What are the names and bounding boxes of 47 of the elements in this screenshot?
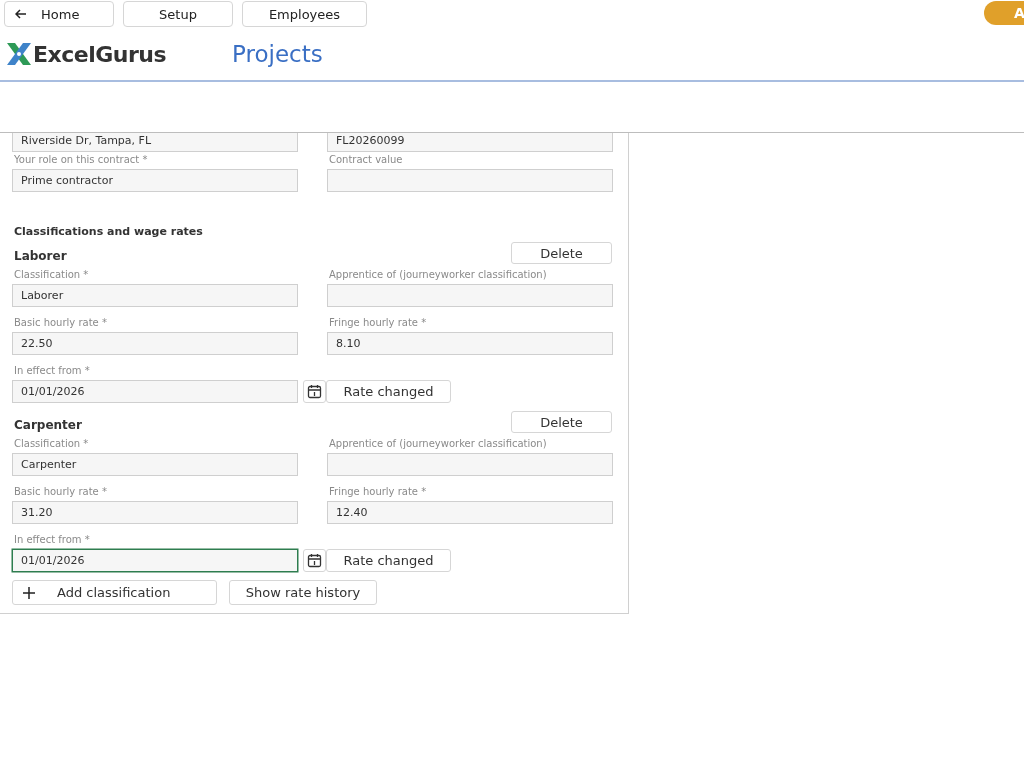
field-label: Classification * (13, 437, 90, 451)
field-label: Classification * (13, 268, 90, 282)
delete-button[interactable]: Delete (511, 242, 612, 264)
calendar-icon (307, 384, 322, 399)
field-label: Apprentice of (journeyworker classification) (328, 437, 548, 451)
back-arrow-icon (15, 9, 27, 19)
input-field[interactable]: 31.20 (12, 501, 298, 524)
page-title: Projects (232, 41, 323, 67)
delete-button[interactable]: Delete (511, 411, 612, 433)
field-label: In effect from * (13, 364, 91, 378)
field-label: In effect from * (13, 533, 91, 547)
input-field[interactable]: 12.40 (327, 501, 613, 524)
field-label: Fringe hourly rate * (328, 485, 428, 499)
nav-button[interactable]: Employees (242, 1, 367, 27)
field-label: Apprentice of (journeyworker classification) (328, 268, 548, 282)
date-field[interactable]: 01/01/2026 (12, 549, 298, 572)
input-field[interactable]: FL20260099 (327, 133, 613, 152)
input-field[interactable]: 8.10 (327, 332, 613, 355)
field-label: Basic hourly rate * (13, 316, 108, 330)
nav-button[interactable]: Setup (123, 1, 233, 27)
input-field[interactable]: Carpenter (12, 453, 298, 476)
calendar-button[interactable] (303, 380, 326, 403)
date-field[interactable]: 01/01/2026 (12, 380, 298, 403)
field-label: Your role on this contract * (13, 153, 149, 167)
input-field[interactable]: Riverside Dr, Tampa, FL (12, 133, 298, 152)
action-button[interactable]: Add classification (12, 580, 217, 605)
rate-changed-button[interactable]: Rate changed (326, 380, 451, 403)
input-field[interactable] (327, 284, 613, 307)
plus-icon (23, 586, 35, 599)
field-label: Fringe hourly rate * (328, 316, 428, 330)
input-field[interactable]: 22.50 (12, 332, 298, 355)
field-label: Contract value (328, 153, 404, 167)
rate-changed-button[interactable]: Rate changed (326, 549, 451, 572)
field-label: Basic hourly rate * (13, 485, 108, 499)
input-field[interactable]: Prime contractor (12, 169, 298, 192)
section-title: Classifications and wage rates (14, 225, 204, 238)
logo-icon (5, 41, 33, 67)
action-button[interactable]: Show rate history (229, 580, 377, 605)
input-field[interactable]: Laborer (12, 284, 298, 307)
classification-name: Laborer (13, 249, 67, 263)
classification-name: Carpenter (13, 418, 82, 432)
brand-logo: ExcelGurus (33, 41, 167, 67)
input-field[interactable] (327, 453, 613, 476)
calendar-icon (307, 553, 322, 568)
nav-button[interactable]: Home (4, 1, 114, 27)
input-field[interactable] (327, 169, 613, 192)
calendar-button[interactable] (303, 549, 326, 572)
